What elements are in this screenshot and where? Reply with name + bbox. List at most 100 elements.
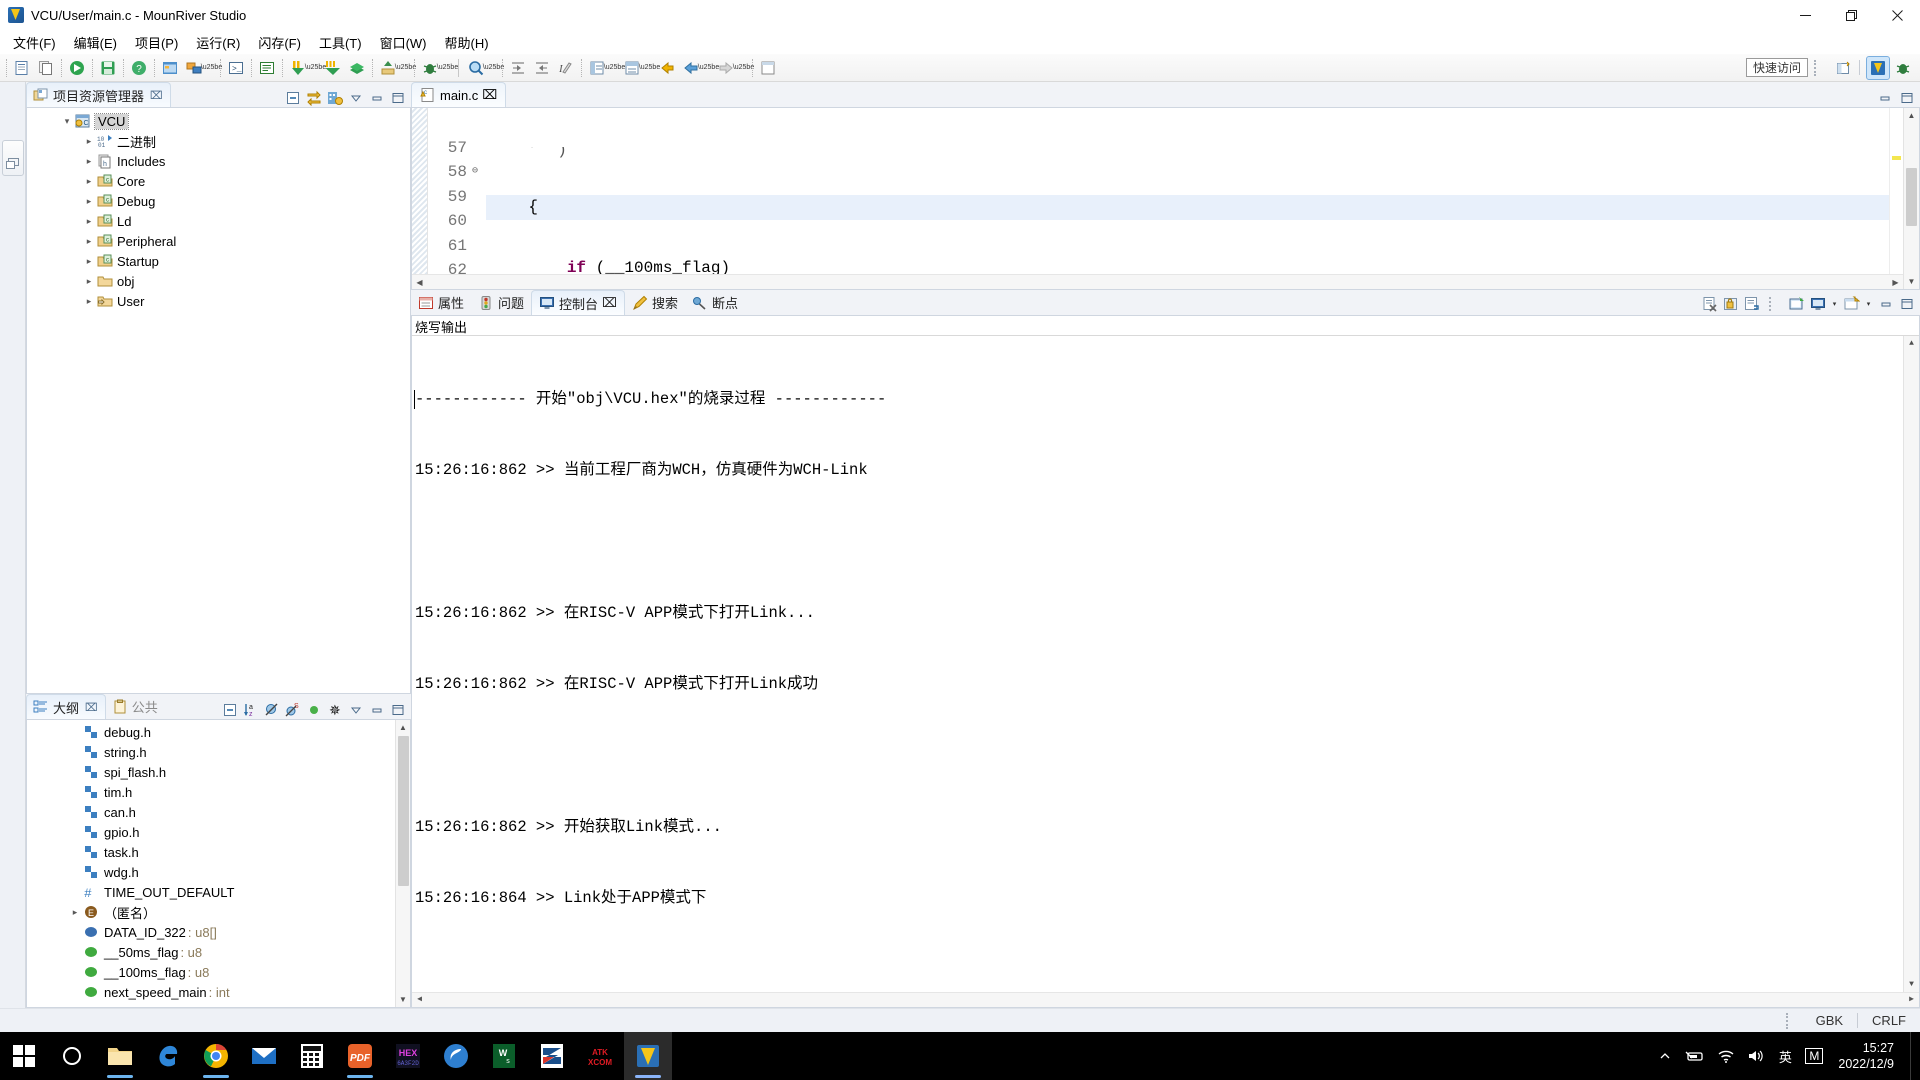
- mounriver-studio-button[interactable]: [624, 1032, 672, 1080]
- list-item[interactable]: __100ms_flag : u8: [27, 962, 410, 982]
- minimize-icon[interactable]: [1875, 88, 1894, 107]
- console-icon[interactable]: [256, 57, 278, 79]
- menu-file[interactable]: 文件(F): [4, 30, 65, 55]
- tree-item-debug[interactable]: ▸ c Debug: [27, 191, 410, 211]
- collapse-arrow-icon[interactable]: ▸: [81, 176, 97, 187]
- bug-run-icon[interactable]: [419, 57, 441, 79]
- restore-view-button[interactable]: [1, 140, 24, 176]
- list-item[interactable]: string.h: [27, 742, 410, 762]
- maximize-icon[interactable]: [388, 700, 407, 719]
- next-annotation-icon[interactable]: [507, 57, 529, 79]
- expand-arrow-icon[interactable]: ▾: [59, 116, 75, 127]
- scroll-left-icon[interactable]: ◀: [412, 275, 427, 290]
- collapse-arrow-icon[interactable]: ▸: [81, 236, 97, 247]
- tab-project-explorer[interactable]: 项目资源管理器 ⌧: [26, 82, 171, 107]
- scroll-left-icon[interactable]: ◀: [412, 993, 427, 1008]
- library-icon[interactable]: [346, 57, 368, 79]
- tab-common[interactable]: 公共: [106, 694, 165, 719]
- menu-run[interactable]: 运行(R): [187, 30, 249, 55]
- console-vertical-scrollbar[interactable]: ▲ ▼: [1903, 336, 1919, 992]
- menu-window[interactable]: 窗口(W): [371, 30, 436, 55]
- collapse-arrow-icon[interactable]: ▸: [81, 256, 97, 267]
- atk-xcom-button[interactable]: ATK XCOM: [576, 1032, 624, 1080]
- code-editor[interactable]: 57 58 59 60 61 62 63 ⊖: [411, 107, 1920, 290]
- tab-search[interactable]: 搜索: [625, 290, 685, 315]
- hide-fields-icon[interactable]: [262, 700, 281, 719]
- list-item[interactable]: DATA_ID_322 : u8[]: [27, 922, 410, 942]
- wps-app-button[interactable]: Ws: [480, 1032, 528, 1080]
- scroll-down-icon[interactable]: ▼: [1904, 274, 1919, 289]
- prev-annotation-icon[interactable]: [531, 57, 553, 79]
- editor-horizontal-scrollbar[interactable]: ◀ ▶: [412, 274, 1903, 289]
- tab-outline[interactable]: 大纲 ⌧: [26, 694, 106, 719]
- download-dropdown-icon[interactable]: \u25be: [201, 57, 222, 79]
- tray-expand-icon[interactable]: [1652, 1032, 1678, 1080]
- list-item[interactable]: gpio.h: [27, 822, 410, 842]
- save-icon[interactable]: [97, 57, 119, 79]
- copy-icon[interactable]: [35, 57, 57, 79]
- close-icon[interactable]: ⌧: [482, 87, 497, 103]
- open-console-dropdown-icon[interactable]: ▾: [1863, 293, 1874, 315]
- minimize-icon[interactable]: [367, 700, 386, 719]
- sort-az-icon[interactable]: az: [241, 700, 260, 719]
- close-button[interactable]: [1874, 0, 1920, 30]
- back-icon[interactable]: [680, 57, 702, 79]
- menu-edit[interactable]: 编辑(E): [65, 30, 126, 55]
- tab-properties[interactable]: 属性: [411, 290, 471, 315]
- download-all-icon[interactable]: [322, 57, 344, 79]
- view-menu-icon[interactable]: [346, 88, 365, 107]
- edge-browser-button[interactable]: [144, 1032, 192, 1080]
- wifi-icon[interactable]: [1712, 1032, 1740, 1080]
- list-item[interactable]: debug.h: [27, 722, 410, 742]
- list-item[interactable]: next_speed_main : int: [27, 982, 410, 1002]
- pin-console-icon[interactable]: [1787, 295, 1806, 314]
- filter-icon[interactable]: ✵: [325, 700, 344, 719]
- search-button[interactable]: [48, 1032, 96, 1080]
- status-drag-handle[interactable]: [1785, 1012, 1796, 1029]
- volume-icon[interactable]: [1742, 1032, 1770, 1080]
- tab-console[interactable]: 控制台 ⌧: [531, 290, 626, 315]
- clear-console-icon[interactable]: [1700, 295, 1719, 314]
- tree-item-startup[interactable]: ▸ c Startup: [27, 251, 410, 271]
- editor-overview-ruler[interactable]: [1889, 108, 1903, 289]
- tree-item-binaries[interactable]: ▸ 10 01 二进制: [27, 131, 410, 151]
- minimize-icon[interactable]: [367, 88, 386, 107]
- download-arrow-dropdown-icon[interactable]: \u25be: [305, 57, 326, 79]
- open-type-dropdown-icon[interactable]: \u25be: [604, 57, 625, 79]
- wps-cloud-button[interactable]: [432, 1032, 480, 1080]
- console-output[interactable]: ------------ 开始"obj\VCU.hex"的烧录过程 ------…: [412, 336, 1919, 1007]
- menu-flash[interactable]: 闪存(F): [249, 30, 310, 55]
- forward-dropdown-icon[interactable]: \u25be: [733, 57, 754, 79]
- minimize-icon[interactable]: [1876, 295, 1895, 314]
- upload-dropdown-icon[interactable]: \u25be: [395, 57, 416, 79]
- menu-project[interactable]: 项目(P): [126, 30, 187, 55]
- open-resource-dropdown-icon[interactable]: \u25be: [639, 57, 660, 79]
- hex-editor-button[interactable]: HEX 6A3F2D: [384, 1032, 432, 1080]
- tree-item-core[interactable]: ▸ c Core: [27, 171, 410, 191]
- console-horizontal-scrollbar[interactable]: ◀ ▶: [412, 992, 1919, 1007]
- scroll-down-icon[interactable]: ▼: [396, 992, 411, 1007]
- link-with-editor-icon[interactable]: [304, 88, 323, 107]
- scroll-thumb[interactable]: [1906, 168, 1917, 226]
- maximize-icon[interactable]: [1897, 88, 1916, 107]
- overview-marker[interactable]: [1892, 156, 1901, 160]
- tab-problems[interactable]: 问题: [471, 290, 531, 315]
- zip-tool-button[interactable]: [528, 1032, 576, 1080]
- open-resource-icon[interactable]: [621, 57, 643, 79]
- expand-arrow-icon[interactable]: ▸: [67, 907, 83, 918]
- new-perspective-icon[interactable]: [1833, 57, 1855, 79]
- back-dropdown-icon[interactable]: \u25be: [698, 57, 719, 79]
- collapse-arrow-icon[interactable]: ▸: [81, 216, 97, 227]
- forward-icon[interactable]: [715, 57, 737, 79]
- collapse-arrow-icon[interactable]: ▸: [81, 156, 97, 167]
- ime-mode-indicator[interactable]: M: [1800, 1032, 1828, 1080]
- collapse-arrow-icon[interactable]: ▸: [81, 276, 97, 287]
- collapse-all-icon[interactable]: [283, 88, 302, 107]
- list-item[interactable]: # TIME_OUT_DEFAULT: [27, 882, 410, 902]
- pin-editor-icon[interactable]: [757, 57, 779, 79]
- pen-tablet-icon[interactable]: [1680, 1032, 1710, 1080]
- view-settings-icon[interactable]: [325, 88, 344, 107]
- hide-nonpublic-icon[interactable]: [304, 700, 323, 719]
- maximize-icon[interactable]: [1897, 295, 1916, 314]
- tree-item-peripheral[interactable]: ▸ c Peripheral: [27, 231, 410, 251]
